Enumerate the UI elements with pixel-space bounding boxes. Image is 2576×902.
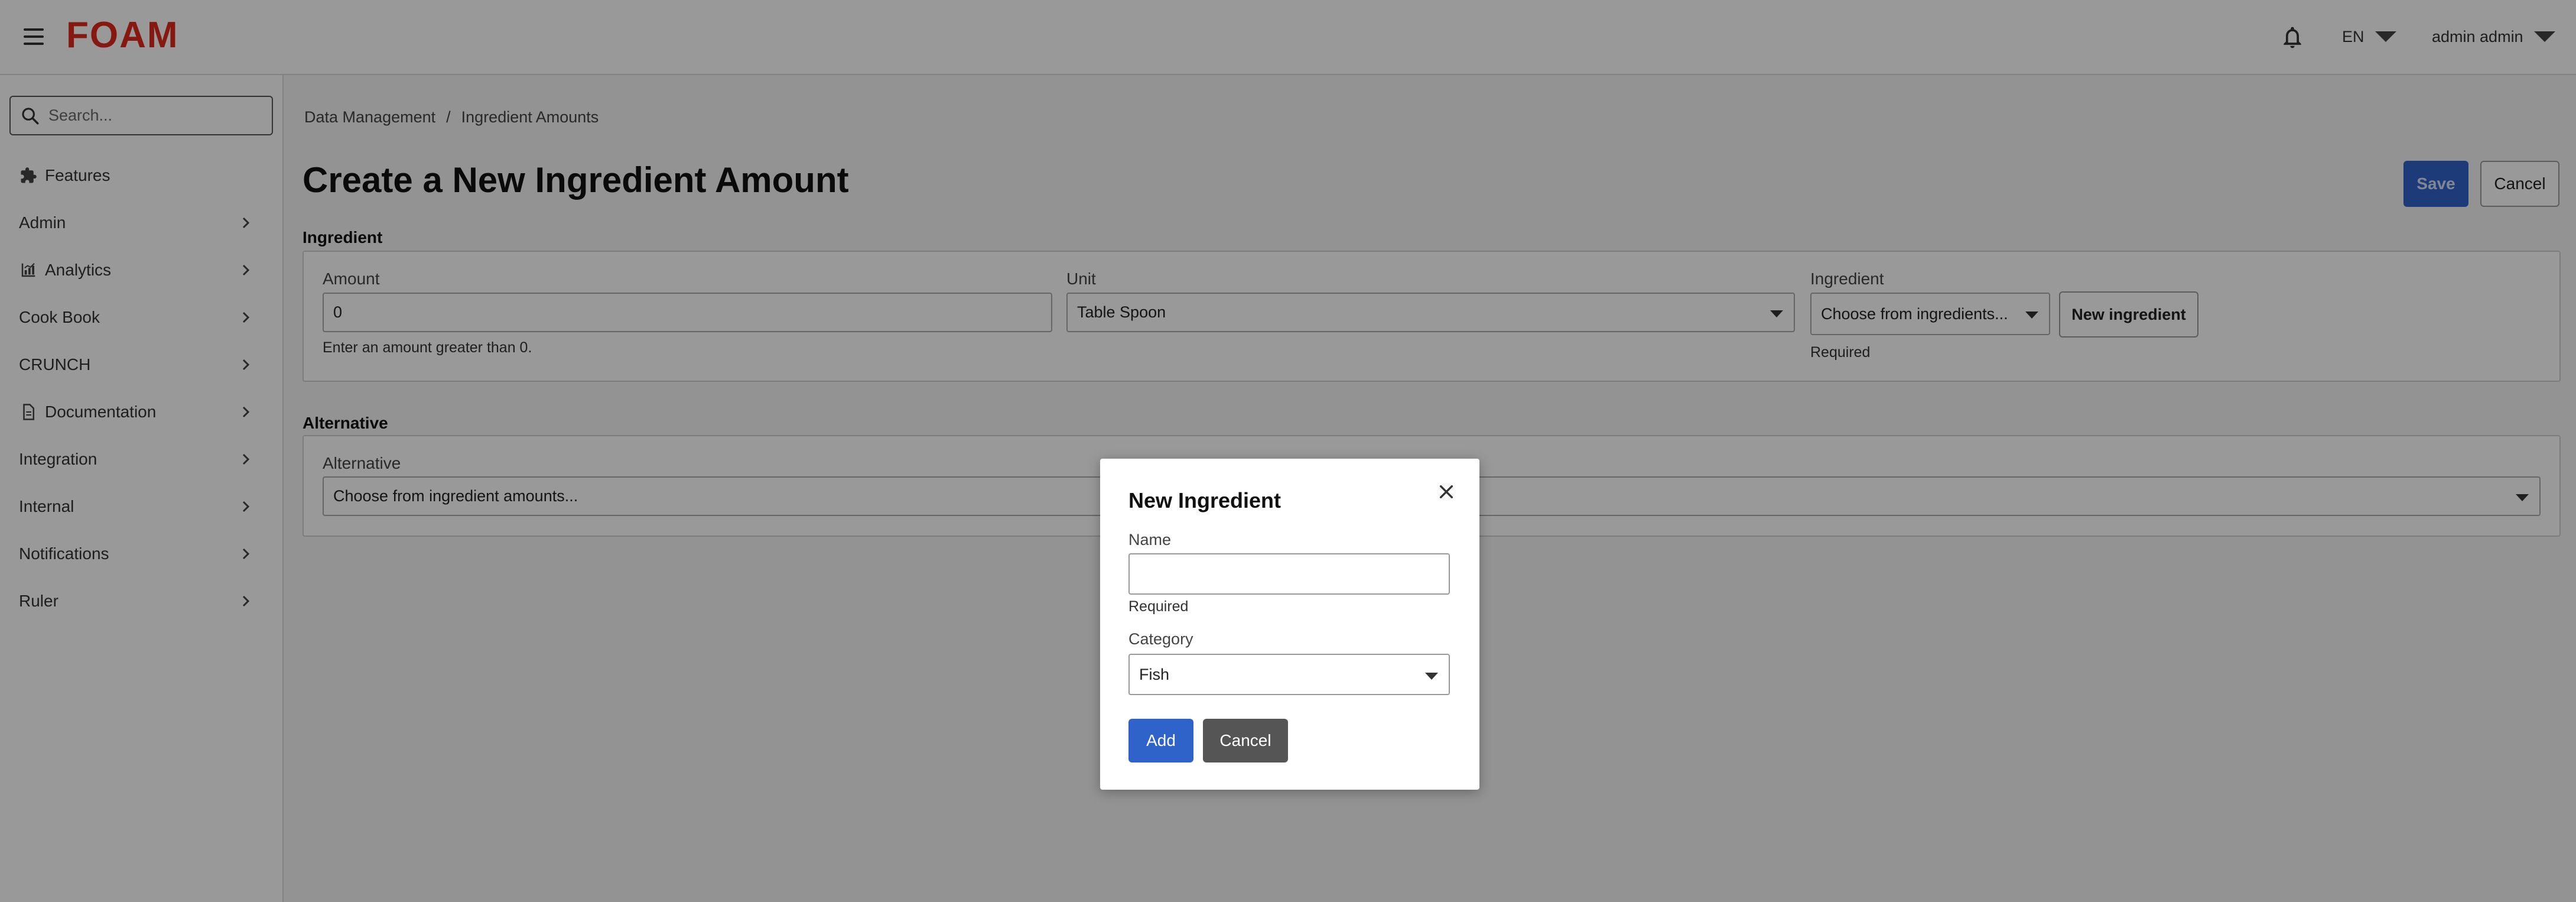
- dialog-cancel-button[interactable]: Cancel: [1203, 719, 1288, 763]
- category-select[interactable]: Fish: [1128, 654, 1450, 695]
- category-value: Fish: [1139, 665, 1170, 683]
- close-icon[interactable]: [1437, 482, 1456, 501]
- dropdown-arrow-icon: [1425, 673, 1438, 680]
- name-input[interactable]: [1130, 554, 1449, 593]
- new-ingredient-dialog: New Ingredient Name Required Category Fi…: [1100, 459, 1479, 790]
- name-field[interactable]: [1128, 553, 1450, 595]
- add-button[interactable]: Add: [1128, 719, 1193, 763]
- name-helper-text: Required: [1128, 598, 1189, 615]
- dialog-title: New Ingredient: [1128, 488, 1282, 512]
- name-label: Name: [1128, 531, 1172, 549]
- category-label: Category: [1128, 630, 1193, 648]
